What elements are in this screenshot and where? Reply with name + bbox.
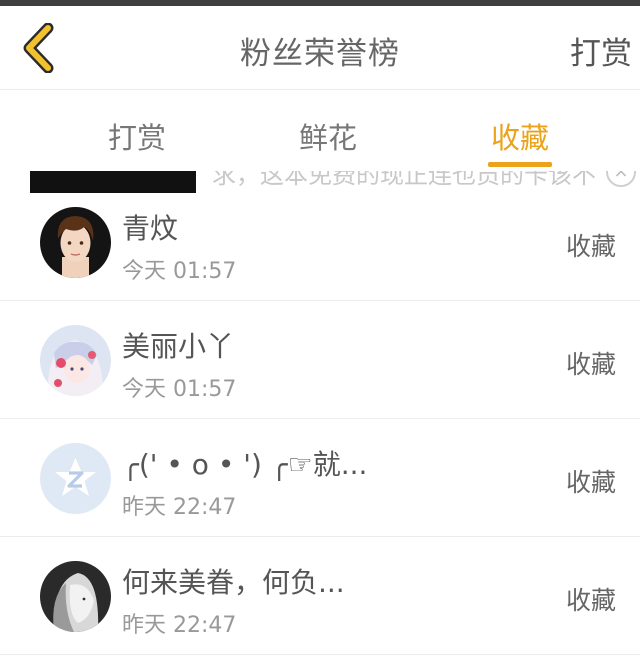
fan-time: 昨天 22:47 [122,495,237,520]
fan-time: 今天 01:57 [122,377,237,402]
tab-tips[interactable]: 打赏 [77,115,197,157]
tab-favorites[interactable]: 收藏 [460,115,580,157]
default-z-avatar-icon [40,443,111,514]
action-label: 收藏 [565,586,616,615]
list-item[interactable]: 青炆 今天 01:57 收藏 [0,183,640,301]
avatar[interactable] [40,561,111,632]
page-title: 粉丝荣誉榜 [240,36,400,72]
list-item[interactable]: ╭(' • o • ') ╭☞就... 昨天 22:47 收藏 [0,419,640,537]
avatar[interactable] [40,325,111,396]
tab-bar: 打赏 鲜花 收藏 [0,91,640,171]
bw-portrait-avatar-icon [40,561,111,632]
active-tab-indicator [488,162,552,167]
fan-name: 何来美眷，何负... [122,566,345,599]
list-item[interactable]: 何来美眷，何负... 昨天 22:47 收藏 [0,537,640,655]
tip-button[interactable]: 打赏 [570,28,632,73]
list-item[interactable]: 美丽小丫 今天 01:57 收藏 [0,301,640,419]
fan-list: 青炆 今天 01:57 收藏 美丽小丫 今天 01:57 收藏 ╭(' • o … [0,183,640,655]
avatar[interactable] [40,207,111,278]
anime-girl-avatar-icon [40,325,111,396]
fan-name: 青炆 [122,212,179,245]
fan-name: ╭(' • o • ') ╭☞就... [122,448,368,481]
top-bar: 粉丝荣誉榜 打赏 [0,6,640,90]
avatar[interactable] [40,443,111,514]
fan-name: 美丽小丫 [122,330,235,363]
tab-flowers[interactable]: 鲜花 [268,115,388,157]
action-label: 收藏 [565,468,616,497]
boy-avatar-icon [40,207,111,278]
action-label: 收藏 [565,350,616,379]
fan-time: 昨天 22:47 [122,613,237,638]
fan-time: 今天 01:57 [122,259,237,284]
action-label: 收藏 [565,232,616,261]
